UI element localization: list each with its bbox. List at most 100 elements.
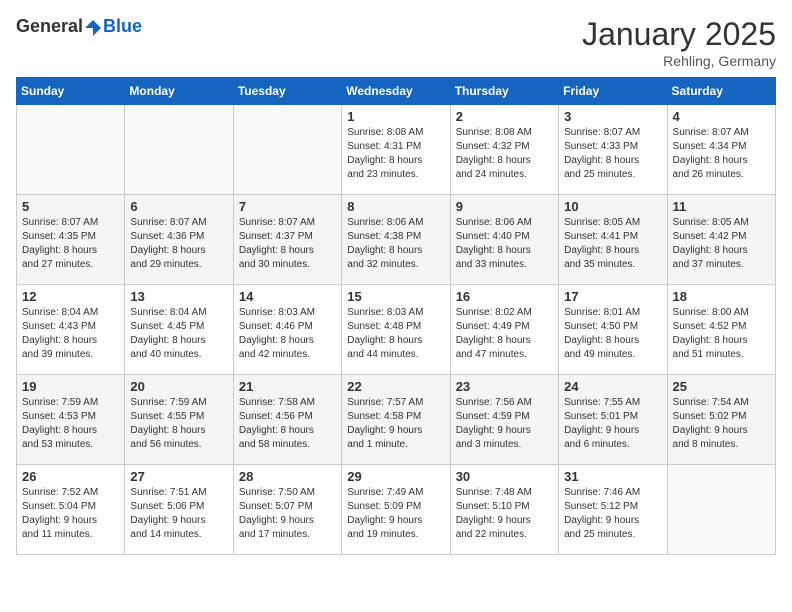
cell-content: Sunrise: 7:54 AM Sunset: 5:02 PM Dayligh… [673, 396, 770, 452]
calendar-cell: 22Sunrise: 7:57 AM Sunset: 4:58 PM Dayli… [342, 375, 450, 465]
cell-content: Sunrise: 8:07 AM Sunset: 4:34 PM Dayligh… [673, 126, 770, 182]
calendar-cell: 26Sunrise: 7:52 AM Sunset: 5:04 PM Dayli… [17, 465, 125, 555]
cell-content: Sunrise: 8:07 AM Sunset: 4:33 PM Dayligh… [564, 126, 661, 182]
day-number: 20 [130, 379, 227, 394]
calendar-cell: 3 Sunrise: 8:07 AM Sunset: 4:33 PM Daylig… [559, 105, 667, 195]
calendar-cell: 8 Sunrise: 8:06 AM Sunset: 4:38 PM Daylig… [342, 195, 450, 285]
calendar-title: January 2025 [582, 16, 776, 53]
calendar-subtitle: Rehling, Germany [582, 53, 776, 69]
calendar-cell: 29 Sunrise: 7:49 AM Sunset: 5:09 PM Dayli… [342, 465, 450, 555]
cell-content: Sunrise: 8:06 AM Sunset: 4:38 PM Dayligh… [347, 216, 444, 272]
calendar-cell: 21 Sunrise: 7:58 AM Sunset: 4:56 PM Dayli… [233, 375, 341, 465]
cell-content: Sunrise: 8:01 AM Sunset: 4:50 PM Dayligh… [564, 306, 661, 362]
calendar-cell: 5 Sunrise: 8:07 AM Sunset: 4:35 PM Daylig… [17, 195, 125, 285]
logo-blue: Blue [103, 16, 142, 37]
day-number: 16 [456, 289, 553, 304]
day-number: 8 [347, 199, 444, 214]
logo-icon [83, 18, 103, 38]
day-number: 24 [564, 379, 661, 394]
day-number: 29 [347, 469, 444, 484]
day-number: 11 [673, 199, 770, 214]
cell-content: Sunrise: 8:07 AM Sunset: 4:35 PM Dayligh… [22, 216, 119, 272]
calendar-cell: 23 Sunrise: 7:56 AM Sunset: 4:59 PM Dayli… [450, 375, 558, 465]
day-number: 23 [456, 379, 553, 394]
cell-content: Sunrise: 8:03 AM Sunset: 4:46 PM Dayligh… [239, 306, 336, 362]
day-number: 7 [239, 199, 336, 214]
cell-content: Sunrise: 7:57 AM Sunset: 4:58 PM Dayligh… [347, 396, 444, 452]
logo-general: General [16, 16, 83, 36]
weekday-header-row: SundayMondayTuesdayWednesdayThursdayFrid… [17, 78, 776, 105]
cell-content: Sunrise: 8:06 AM Sunset: 4:40 PM Dayligh… [456, 216, 553, 272]
calendar-cell: 9 Sunrise: 8:06 AM Sunset: 4:40 PM Daylig… [450, 195, 558, 285]
week-row-3: 12Sunrise: 8:04 AM Sunset: 4:43 PM Dayli… [17, 285, 776, 375]
day-number: 31 [564, 469, 661, 484]
day-number: 13 [130, 289, 227, 304]
day-number: 30 [456, 469, 553, 484]
cell-content: Sunrise: 8:00 AM Sunset: 4:52 PM Dayligh… [673, 306, 770, 362]
weekday-header-saturday: Saturday [667, 78, 775, 105]
calendar-cell: 7Sunrise: 8:07 AM Sunset: 4:37 PM Daylig… [233, 195, 341, 285]
cell-content: Sunrise: 7:46 AM Sunset: 5:12 PM Dayligh… [564, 486, 661, 542]
calendar-cell: 25Sunrise: 7:54 AM Sunset: 5:02 PM Dayli… [667, 375, 775, 465]
calendar-cell: 16 Sunrise: 8:02 AM Sunset: 4:49 PM Dayli… [450, 285, 558, 375]
calendar-cell: 14 Sunrise: 8:03 AM Sunset: 4:46 PM Dayli… [233, 285, 341, 375]
cell-content: Sunrise: 7:50 AM Sunset: 5:07 PM Dayligh… [239, 486, 336, 542]
calendar-cell [667, 465, 775, 555]
calendar-cell: 18 Sunrise: 8:00 AM Sunset: 4:52 PM Dayli… [667, 285, 775, 375]
calendar-cell: 11 Sunrise: 8:05 AM Sunset: 4:42 PM Dayli… [667, 195, 775, 285]
day-number: 5 [22, 199, 119, 214]
calendar-cell: 10 Sunrise: 8:05 AM Sunset: 4:41 PM Dayli… [559, 195, 667, 285]
day-number: 9 [456, 199, 553, 214]
cell-content: Sunrise: 8:05 AM Sunset: 4:42 PM Dayligh… [673, 216, 770, 272]
calendar-cell: 2 Sunrise: 8:08 AM Sunset: 4:32 PM Daylig… [450, 105, 558, 195]
day-number: 4 [673, 109, 770, 124]
cell-content: Sunrise: 7:49 AM Sunset: 5:09 PM Dayligh… [347, 486, 444, 542]
cell-content: Sunrise: 8:02 AM Sunset: 4:49 PM Dayligh… [456, 306, 553, 362]
calendar-cell: 12Sunrise: 8:04 AM Sunset: 4:43 PM Dayli… [17, 285, 125, 375]
week-row-1: 1 Sunrise: 8:08 AM Sunset: 4:31 PM Daylig… [17, 105, 776, 195]
day-number: 10 [564, 199, 661, 214]
calendar-cell: 30Sunrise: 7:48 AM Sunset: 5:10 PM Dayli… [450, 465, 558, 555]
week-row-2: 5 Sunrise: 8:07 AM Sunset: 4:35 PM Daylig… [17, 195, 776, 285]
calendar-cell [17, 105, 125, 195]
cell-content: Sunrise: 7:58 AM Sunset: 4:56 PM Dayligh… [239, 396, 336, 452]
title-area: January 2025 Rehling, Germany [582, 16, 776, 69]
cell-content: Sunrise: 7:55 AM Sunset: 5:01 PM Dayligh… [564, 396, 661, 452]
page-header: General Blue January 2025 Rehling, Germa… [16, 16, 776, 69]
logo: General Blue [16, 16, 142, 38]
day-number: 3 [564, 109, 661, 124]
day-number: 21 [239, 379, 336, 394]
cell-content: Sunrise: 8:08 AM Sunset: 4:32 PM Dayligh… [456, 126, 553, 182]
cell-content: Sunrise: 7:56 AM Sunset: 4:59 PM Dayligh… [456, 396, 553, 452]
cell-content: Sunrise: 7:59 AM Sunset: 4:53 PM Dayligh… [22, 396, 119, 452]
cell-content: Sunrise: 8:08 AM Sunset: 4:31 PM Dayligh… [347, 126, 444, 182]
weekday-header-wednesday: Wednesday [342, 78, 450, 105]
cell-content: Sunrise: 8:07 AM Sunset: 4:36 PM Dayligh… [130, 216, 227, 272]
calendar-cell: 31 Sunrise: 7:46 AM Sunset: 5:12 PM Dayli… [559, 465, 667, 555]
calendar-cell: 1 Sunrise: 8:08 AM Sunset: 4:31 PM Daylig… [342, 105, 450, 195]
day-number: 27 [130, 469, 227, 484]
week-row-5: 26Sunrise: 7:52 AM Sunset: 5:04 PM Dayli… [17, 465, 776, 555]
day-number: 26 [22, 469, 119, 484]
day-number: 14 [239, 289, 336, 304]
day-number: 2 [456, 109, 553, 124]
weekday-header-sunday: Sunday [17, 78, 125, 105]
week-row-4: 19 Sunrise: 7:59 AM Sunset: 4:53 PM Dayli… [17, 375, 776, 465]
calendar-cell: 17 Sunrise: 8:01 AM Sunset: 4:50 PM Dayli… [559, 285, 667, 375]
cell-content: Sunrise: 8:05 AM Sunset: 4:41 PM Dayligh… [564, 216, 661, 272]
day-number: 19 [22, 379, 119, 394]
calendar-cell: 27Sunrise: 7:51 AM Sunset: 5:06 PM Dayli… [125, 465, 233, 555]
cell-content: Sunrise: 7:59 AM Sunset: 4:55 PM Dayligh… [130, 396, 227, 452]
calendar-cell: 6Sunrise: 8:07 AM Sunset: 4:36 PM Daylig… [125, 195, 233, 285]
cell-content: Sunrise: 8:03 AM Sunset: 4:48 PM Dayligh… [347, 306, 444, 362]
day-number: 1 [347, 109, 444, 124]
weekday-header-monday: Monday [125, 78, 233, 105]
calendar-cell [233, 105, 341, 195]
logo-text: General [16, 16, 99, 38]
calendar-table: SundayMondayTuesdayWednesdayThursdayFrid… [16, 77, 776, 555]
calendar-cell: 15Sunrise: 8:03 AM Sunset: 4:48 PM Dayli… [342, 285, 450, 375]
weekday-header-thursday: Thursday [450, 78, 558, 105]
day-number: 17 [564, 289, 661, 304]
day-number: 28 [239, 469, 336, 484]
day-number: 18 [673, 289, 770, 304]
